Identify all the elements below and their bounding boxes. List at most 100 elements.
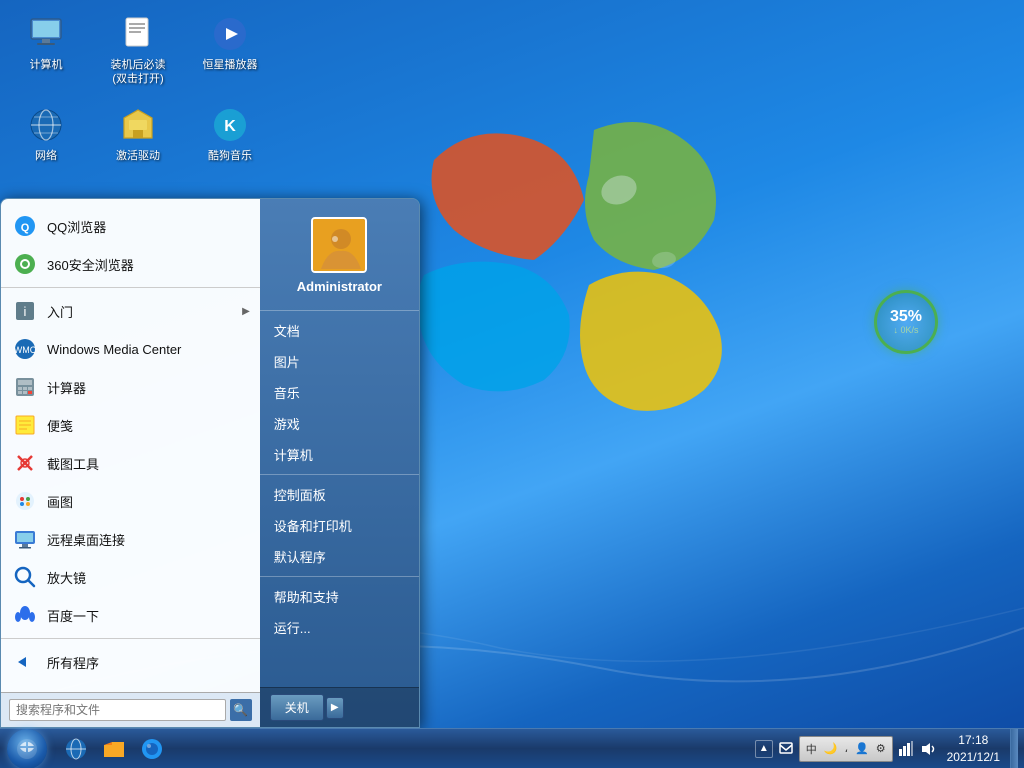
right-item-music[interactable]: 音乐 [260,377,419,408]
ime-moon-btn[interactable]: 🌙 [822,741,840,756]
ime-user-btn[interactable]: 👤 [853,741,871,756]
magnifier-icon [11,563,39,591]
svg-text:WMC: WMC [14,345,36,355]
driver-label: 激活驱动 [116,149,160,163]
start-item-qq-browser[interactable]: Q QQ浏览器 [1,207,260,245]
net-speed-widget[interactable]: 35% ↓ 0K/s [874,290,938,354]
desktop-icon-qqmusic[interactable]: K 酷狗音乐 [194,101,266,167]
start-item-notepad[interactable]: 便笺 [1,406,260,444]
right-item-pictures[interactable]: 图片 [260,346,419,377]
start-menu-right: Administrator 文档 图片 音乐 游戏 计算机 控制面板 设备和打印… [260,199,419,727]
desktop-icon-computer[interactable]: 计算机 [10,10,82,91]
user-name: Administrator [297,279,382,294]
right-divider-1 [260,310,419,311]
start-menu-items: Q QQ浏览器 360安全浏览器 i 入门 ▶ [1,199,260,692]
computer-icon [26,14,66,54]
start-shutdown-area: 关机 ▶ [260,687,419,727]
start-orb [7,729,47,768]
show-desktop-button[interactable] [1010,729,1018,768]
right-item-computer[interactable]: 计算机 [260,439,419,470]
start-item-magnifier[interactable]: 放大镜 [1,558,260,596]
qq-browser-label: QQ浏览器 [47,217,106,236]
start-item-360-browser[interactable]: 360安全浏览器 [1,245,260,283]
player-label: 恒星播放器 [203,58,258,72]
start-search-bar: 🔍 [1,692,260,727]
tray-expand-button[interactable]: ▲ [755,740,773,758]
ime-gear-btn[interactable]: ⚙ [874,741,888,756]
start-item-rdp[interactable]: 远程桌面连接 [1,520,260,558]
ime-bar: 中 🌙 ، 👤 ⚙ [799,736,893,762]
right-divider-3 [260,576,419,577]
desktop-icon-network[interactable]: 网络 [10,101,82,167]
intro-arrow: ▶ [242,306,250,317]
intro-icon: i [11,297,39,325]
net-percent: 35% [890,309,922,325]
start-menu-user-header: Administrator [260,209,419,306]
desktop-icon-postinstall[interactable]: 装机后必读(双击打开) [102,10,174,91]
start-item-media-center[interactable]: WMC Windows Media Center [1,330,260,368]
desktop-icon-row-1: 计算机 装机后必读(双击打开) 恒星播放器 [10,10,266,91]
all-programs-label: 所有程序 [47,653,99,672]
start-menu: Q QQ浏览器 360安全浏览器 i 入门 ▶ [0,198,420,728]
right-item-control-panel[interactable]: 控制面板 [260,479,419,510]
taskbar-explorer-icon[interactable] [96,731,132,767]
right-divider-2 [260,474,419,475]
intro-label: 入门 [47,302,73,321]
computer-label: 计算机 [30,58,63,72]
tray-notification-icon[interactable] [777,740,795,758]
network-label: 网络 [35,149,57,163]
360-browser-label: 360安全浏览器 [47,255,134,274]
search-button[interactable]: 🔍 [230,699,252,721]
desktop-icon-driver[interactable]: 激活驱动 [102,101,174,167]
right-item-default-programs[interactable]: 默认程序 [260,541,419,572]
right-item-documents[interactable]: 文档 [260,315,419,346]
driver-icon [118,105,158,145]
taskbar-right: ▲ 中 🌙 ، 👤 ⚙ 17:18 2021/12/ [749,729,1024,768]
search-input[interactable] [9,699,226,721]
user-avatar[interactable] [311,217,367,273]
ime-comma-btn[interactable]: ، [842,741,850,756]
right-item-run[interactable]: 运行... [260,612,419,643]
desktop-icon-player[interactable]: 恒星播放器 [194,10,266,91]
start-divider-1 [1,287,260,288]
net-speed: ↓ 0K/s [893,325,918,335]
start-button[interactable] [0,729,54,768]
clock[interactable]: 17:18 2021/12/1 [941,729,1006,768]
media-center-icon: WMC [11,335,39,363]
qq-browser-icon: Q [11,212,39,240]
paint-label: 画图 [47,492,73,511]
qqmusic-label: 酷狗音乐 [208,149,252,163]
right-item-help[interactable]: 帮助和支持 [260,581,419,612]
right-item-devices[interactable]: 设备和打印机 [260,510,419,541]
ime-mode-label[interactable]: 中 [804,740,819,758]
clock-time: 17:18 [958,732,988,749]
start-item-intro[interactable]: i 入门 ▶ [1,292,260,330]
player-icon [210,14,250,54]
postinstall-icon [118,14,158,54]
taskbar-ie-icon[interactable] [58,731,94,767]
taskbar: ▲ 中 🌙 ، 👤 ⚙ 17:18 2021/12/ [0,728,1024,768]
tray-network-icon[interactable] [897,740,915,758]
start-item-paint[interactable]: 画图 [1,482,260,520]
snipping-icon [11,449,39,477]
paint-icon [11,487,39,515]
windows-orb-icon [15,737,39,761]
clock-date: 2021/12/1 [947,749,1000,766]
windows-logo [374,100,754,500]
rdp-icon [11,525,39,553]
shutdown-button[interactable]: 关机 [270,694,324,721]
network-icon [26,105,66,145]
rdp-label: 远程桌面连接 [47,530,125,549]
taskbar-ie2-icon[interactable] [134,731,170,767]
start-menu-left: Q QQ浏览器 360安全浏览器 i 入门 ▶ [1,199,260,727]
postinstall-label: 装机后必读(双击打开) [106,58,170,87]
all-programs-icon [11,648,39,676]
start-item-baidu[interactable]: 百度一下 [1,596,260,634]
right-item-games[interactable]: 游戏 [260,408,419,439]
start-item-all-programs[interactable]: 所有程序 [1,643,260,681]
tray-volume-icon[interactable] [919,740,937,758]
start-item-snipping[interactable]: 截图工具 [1,444,260,482]
calculator-icon [11,373,39,401]
shutdown-arrow-button[interactable]: ▶ [326,697,344,719]
start-item-calculator[interactable]: 计算器 [1,368,260,406]
